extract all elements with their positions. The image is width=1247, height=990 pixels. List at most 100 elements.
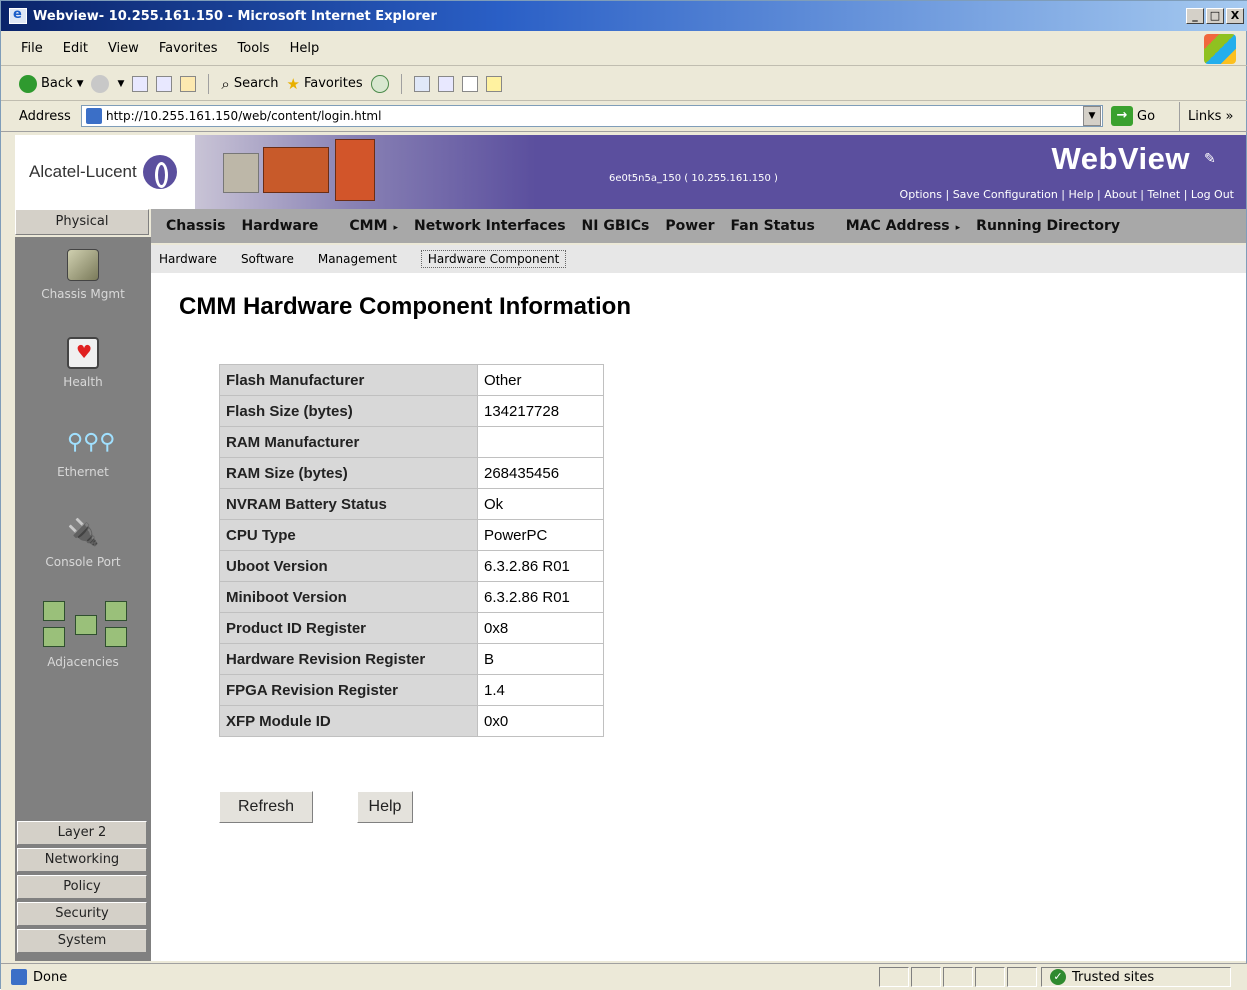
menu-bar: File Edit View Favorites Tools Help bbox=[1, 32, 1247, 66]
menu-view[interactable]: View bbox=[108, 41, 139, 56]
nav-mac-address[interactable]: MAC Address ▸ bbox=[831, 218, 960, 234]
subnav-hardware[interactable]: Hardware bbox=[159, 252, 217, 266]
hardware-info-table: Flash Manufacturer Other Flash Size (byte… bbox=[219, 364, 604, 737]
pen-icon: ✎ bbox=[1204, 151, 1216, 167]
sidebar-button-layer-2[interactable]: Layer 2 bbox=[17, 821, 147, 845]
print-icon[interactable] bbox=[437, 75, 454, 92]
tab-physical[interactable]: Physical bbox=[15, 209, 149, 235]
status-panel bbox=[879, 967, 909, 987]
row-value: 0x8 bbox=[477, 612, 604, 644]
go-button[interactable]: → Go bbox=[1111, 106, 1155, 126]
top-navigation: Chassis Hardware CMM ▸ Network Interfaces… bbox=[151, 209, 1246, 243]
browser-window: Webview- 10.255.161.150 - Microsoft Inte… bbox=[0, 0, 1247, 990]
sidebar-item-console-port[interactable]: 🔌 Console Port bbox=[15, 517, 151, 569]
home-icon[interactable] bbox=[180, 75, 197, 92]
address-dropdown[interactable]: ▼ bbox=[1083, 106, 1101, 126]
refresh-button[interactable]: Refresh bbox=[219, 791, 313, 823]
nav-hardware[interactable]: Hardware bbox=[242, 218, 319, 234]
nav-cmm[interactable]: CMM ▸ bbox=[334, 218, 398, 234]
triangle-right-icon: ▸ bbox=[955, 223, 961, 233]
table-row: Flash Manufacturer Other bbox=[219, 364, 604, 396]
sub-navigation: Hardware Software Management Hardware Co… bbox=[151, 245, 1246, 273]
banner-options-links[interactable]: Options | Save Configuration | Help | Ab… bbox=[900, 188, 1234, 201]
sidebar-button-system[interactable]: System bbox=[17, 929, 147, 953]
sidebar-item-health[interactable]: Health bbox=[15, 337, 151, 389]
address-input[interactable]: http://10.255.161.150/web/content/login.… bbox=[81, 105, 1103, 127]
sidebar-item-chassis-mgmt[interactable]: Chassis Mgmt bbox=[15, 249, 151, 301]
triangle-right-icon: ▸ bbox=[393, 223, 399, 233]
nav-ni-gbics[interactable]: NI GBICs bbox=[582, 218, 650, 234]
sidebar-button-security[interactable]: Security bbox=[17, 902, 147, 926]
edit-icon[interactable] bbox=[461, 75, 478, 92]
toolbar-separator bbox=[208, 73, 210, 94]
left-sidebar: Chassis Mgmt Health ⚲⚲⚲ Ethernet 🔌 Conso… bbox=[15, 237, 151, 961]
row-label: XFP Module ID bbox=[219, 705, 478, 737]
discuss-icon[interactable] bbox=[485, 75, 502, 92]
row-label: Miniboot Version bbox=[219, 581, 478, 613]
page-done-icon bbox=[11, 969, 27, 985]
address-bar: Address http://10.255.161.150/web/conten… bbox=[1, 102, 1247, 132]
menu-edit[interactable]: Edit bbox=[63, 41, 88, 56]
stop-icon[interactable] bbox=[132, 75, 149, 92]
row-value: 268435456 bbox=[477, 457, 604, 489]
subnav-software[interactable]: Software bbox=[241, 252, 294, 266]
window-controls: _ □ X bbox=[1186, 8, 1244, 24]
main-content: CMM Hardware Component Information Flash… bbox=[151, 273, 1246, 961]
links-button[interactable]: Links » bbox=[1179, 102, 1234, 132]
subnav-management[interactable]: Management bbox=[318, 252, 397, 266]
row-label: Hardware Revision Register bbox=[219, 643, 478, 675]
sidebar-item-ethernet[interactable]: ⚲⚲⚲ Ethernet bbox=[15, 427, 151, 479]
brand-name: Alcatel-Lucent bbox=[29, 162, 137, 181]
close-button[interactable]: X bbox=[1226, 8, 1244, 24]
ie-icon bbox=[9, 7, 27, 24]
forward-arrow-icon[interactable] bbox=[91, 74, 110, 93]
sidebar-item-label: Adjacencies bbox=[47, 655, 119, 669]
nav-chassis[interactable]: Chassis bbox=[166, 218, 226, 234]
status-bar: Done ✓ Trusted sites bbox=[1, 963, 1247, 990]
status-text: Done bbox=[33, 969, 68, 985]
row-label: FPGA Revision Register bbox=[219, 674, 478, 706]
mail-icon[interactable] bbox=[413, 75, 430, 92]
table-row: XFP Module ID 0x0 bbox=[219, 705, 604, 737]
refresh-icon[interactable] bbox=[156, 75, 173, 92]
maximize-button[interactable]: □ bbox=[1206, 8, 1224, 24]
sidebar-button-policy[interactable]: Policy bbox=[17, 875, 147, 899]
nav-network-interfaces[interactable]: Network Interfaces bbox=[414, 218, 565, 234]
chevron-down-icon: ▼ bbox=[76, 78, 84, 89]
switch-node-icon bbox=[105, 601, 127, 621]
subnav-hardware-component[interactable]: Hardware Component bbox=[420, 250, 567, 268]
history-icon[interactable] bbox=[370, 74, 389, 93]
row-value bbox=[477, 426, 604, 458]
table-row: NVRAM Battery Status Ok bbox=[219, 488, 604, 520]
chevron-down-icon[interactable]: ▼ bbox=[117, 79, 124, 89]
search-button[interactable]: ⌕ Search bbox=[221, 75, 278, 93]
back-button[interactable]: Back ▼ bbox=[19, 74, 84, 93]
favorites-button[interactable]: ★ Favorites bbox=[286, 75, 362, 93]
nav-power[interactable]: Power bbox=[665, 218, 714, 234]
menu-help[interactable]: Help bbox=[290, 41, 320, 56]
switch-image bbox=[223, 153, 259, 193]
back-arrow-icon bbox=[19, 74, 37, 93]
nav-fan-status[interactable]: Fan Status bbox=[731, 218, 815, 234]
table-row: Uboot Version 6.3.2.86 R01 bbox=[219, 550, 604, 582]
status-panel bbox=[1007, 967, 1037, 987]
menu-file[interactable]: File bbox=[21, 41, 43, 56]
row-label: RAM Manufacturer bbox=[219, 426, 478, 458]
menu-tools[interactable]: Tools bbox=[238, 41, 270, 56]
console-plug-icon: 🔌 bbox=[67, 518, 100, 548]
sidebar-button-networking[interactable]: Networking bbox=[17, 848, 147, 872]
product-name: WebView bbox=[1051, 141, 1190, 176]
system-name: 6e0t5n5a_150 ( 10.255.161.150 ) bbox=[609, 173, 778, 184]
switch-node-icon bbox=[105, 627, 127, 647]
table-row: RAM Size (bytes) 268435456 bbox=[219, 457, 604, 489]
help-button[interactable]: Help bbox=[357, 791, 413, 823]
security-zone[interactable]: ✓ Trusted sites bbox=[1041, 967, 1231, 987]
nav-mac-address-label: MAC Address bbox=[845, 218, 950, 234]
row-value: 134217728 bbox=[477, 395, 604, 427]
menu-favorites[interactable]: Favorites bbox=[159, 41, 218, 56]
minimize-button[interactable]: _ bbox=[1186, 8, 1204, 24]
star-icon: ★ bbox=[286, 74, 300, 93]
go-arrow-icon: → bbox=[1111, 106, 1133, 126]
sidebar-item-adjacencies[interactable]: Adjacencies bbox=[15, 597, 151, 669]
nav-running-directory[interactable]: Running Directory bbox=[976, 218, 1120, 234]
